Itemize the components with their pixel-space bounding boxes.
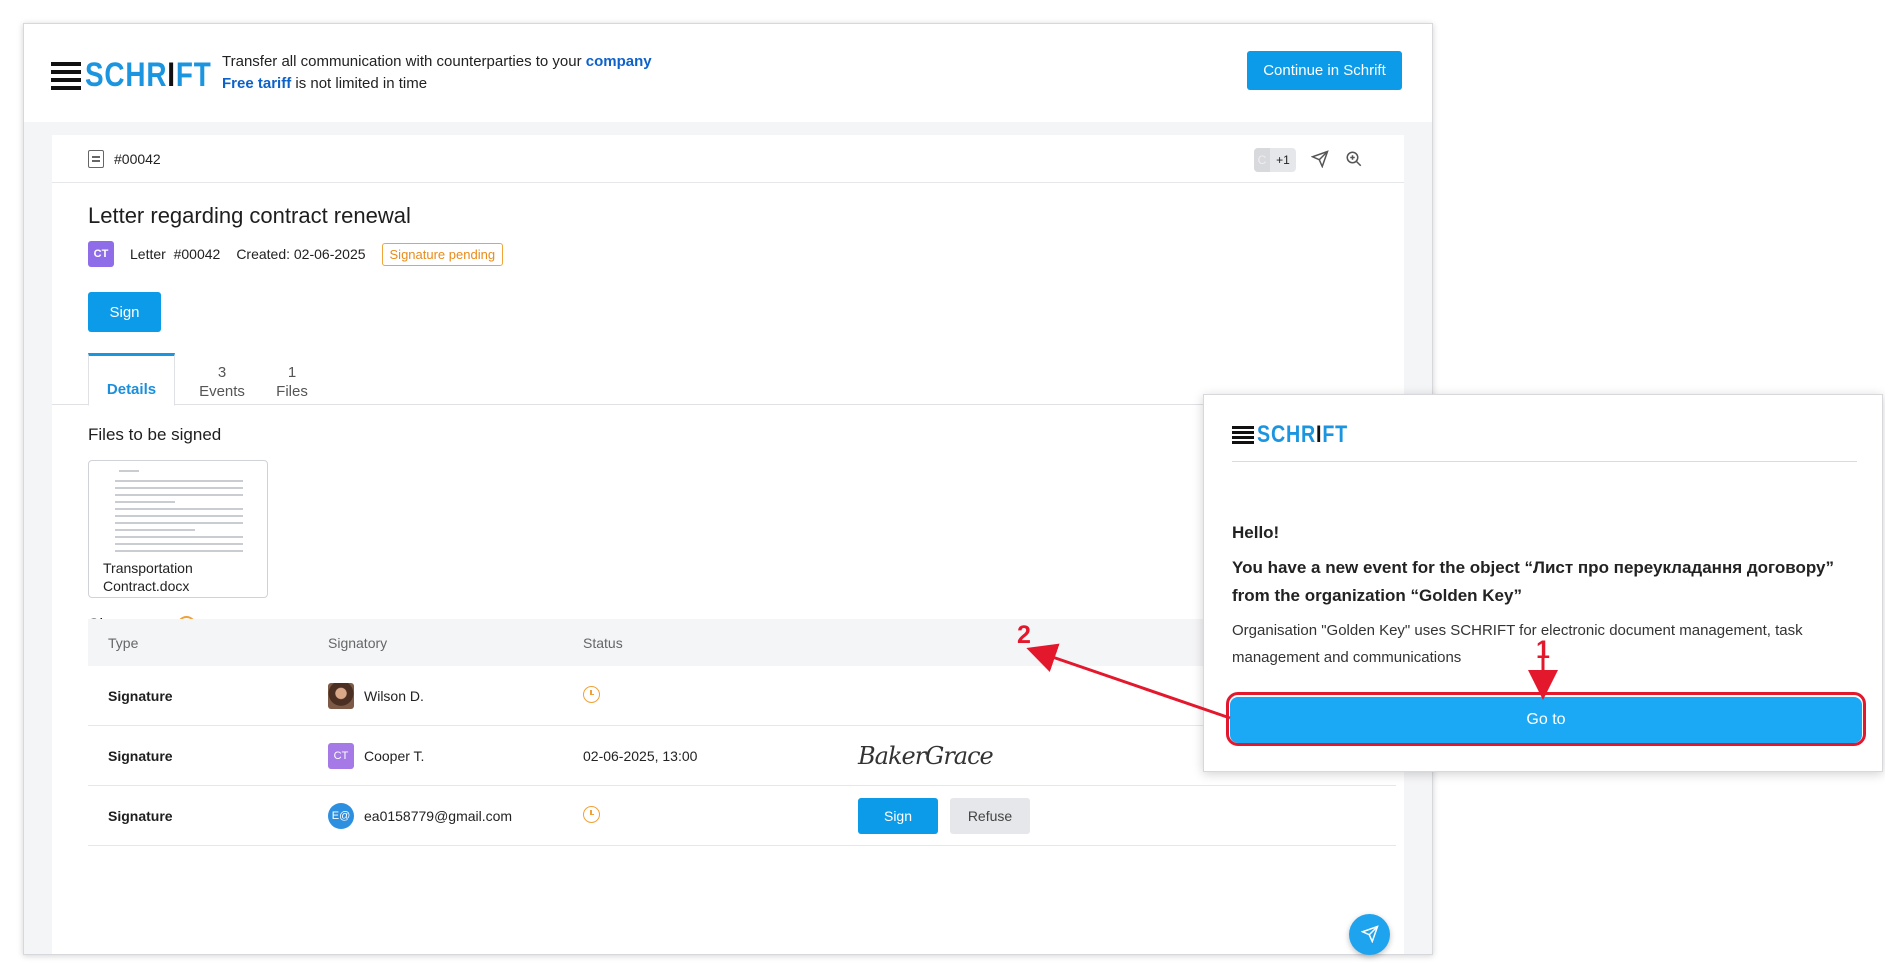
- avatar: CT: [328, 742, 354, 769]
- go-to-button[interactable]: Go to: [1230, 697, 1862, 743]
- pending-clock-icon: [583, 685, 600, 703]
- document-type-number: Letter #00042: [130, 246, 221, 262]
- tab-events[interactable]: 3 Events: [180, 353, 264, 405]
- document-icon: [88, 150, 104, 168]
- file-name: Transportation Contract.docx: [103, 560, 193, 594]
- menu-icon: [1232, 425, 1254, 445]
- zoom-in-icon[interactable]: [1344, 150, 1364, 170]
- annotation-label-1: 1: [1536, 636, 1550, 664]
- document-tabs: Details 3 Events 1 Files: [52, 353, 1404, 406]
- status-badge: Signature pending: [381, 242, 504, 266]
- send-fab-button[interactable]: [1349, 914, 1390, 955]
- avatar: E@: [328, 802, 354, 829]
- avatar: [328, 682, 354, 709]
- participant-avatar: C: [1254, 148, 1270, 172]
- continue-in-schrift-button[interactable]: Continue in Schrift: [1247, 51, 1402, 90]
- document-card: #00042 C +1 Letter regarding contract re…: [52, 135, 1404, 954]
- schrift-logo[interactable]: SCHRIFT: [51, 56, 239, 95]
- header-tools: C +1: [1254, 148, 1364, 172]
- annotation-label-2: 2: [1017, 621, 1031, 649]
- refuse-button[interactable]: Refuse: [950, 797, 1030, 834]
- top-banner: SCHRIFT Transfer all communication with …: [24, 24, 1432, 122]
- created-date: Created: 02-06-2025: [236, 246, 366, 262]
- table-header: Type Signatory Status: [88, 619, 1396, 666]
- row-sign-button[interactable]: Sign: [858, 797, 938, 834]
- tab-details[interactable]: Details: [88, 353, 175, 406]
- free-tariff-link[interactable]: Free tariff: [222, 75, 291, 92]
- file-thumbnail: [109, 465, 249, 555]
- logo-wordmark: SCHRIFT: [1257, 421, 1349, 448]
- send-icon: [1359, 925, 1379, 944]
- send-icon[interactable]: [1310, 150, 1330, 170]
- greeting: Hello!: [1232, 523, 1280, 542]
- file-card[interactable]: Transportation Contract.docx: [88, 460, 268, 598]
- files-to-sign-heading: Files to be signed: [88, 425, 222, 444]
- participants-avatars[interactable]: C +1: [1254, 148, 1296, 172]
- tab-files[interactable]: 1 Files: [257, 353, 327, 405]
- handwritten-signature: BakerGrace: [858, 741, 994, 770]
- promo-text: Transfer all communication with counterp…: [222, 53, 652, 92]
- table-row: Signature CT Cooper T. 02-06-2025, 13:00 …: [88, 726, 1396, 786]
- event-message: You have a new event for the object “Лис…: [1232, 558, 1834, 605]
- logo-wordmark: SCHRIFT: [85, 56, 212, 94]
- email-notification: SCHRIFT Hello! You have a new event for …: [1203, 394, 1883, 772]
- sign-button[interactable]: Sign: [88, 292, 161, 332]
- document-header: #00042 C +1: [52, 135, 1404, 183]
- document-id: #00042: [88, 150, 161, 168]
- menu-icon: [51, 61, 81, 90]
- author-avatar: CT: [88, 241, 114, 267]
- table-row: Signature E@ ea0158779@gmail.com Sign Ref…: [88, 786, 1396, 846]
- signatures-table: Type Signatory Status Signature Wilson D…: [88, 619, 1396, 846]
- document-meta: CT Letter #00042 Created: 02-06-2025 Sig…: [88, 241, 504, 267]
- document-title: Letter regarding contract renewal: [88, 203, 411, 228]
- pending-clock-icon: [583, 805, 600, 823]
- schrift-logo: SCHRIFT: [1232, 421, 1368, 449]
- company-link[interactable]: company: [586, 53, 652, 70]
- table-row: Signature Wilson D.: [88, 666, 1396, 726]
- divider: [1232, 461, 1857, 462]
- more-participants-count: +1: [1276, 153, 1290, 167]
